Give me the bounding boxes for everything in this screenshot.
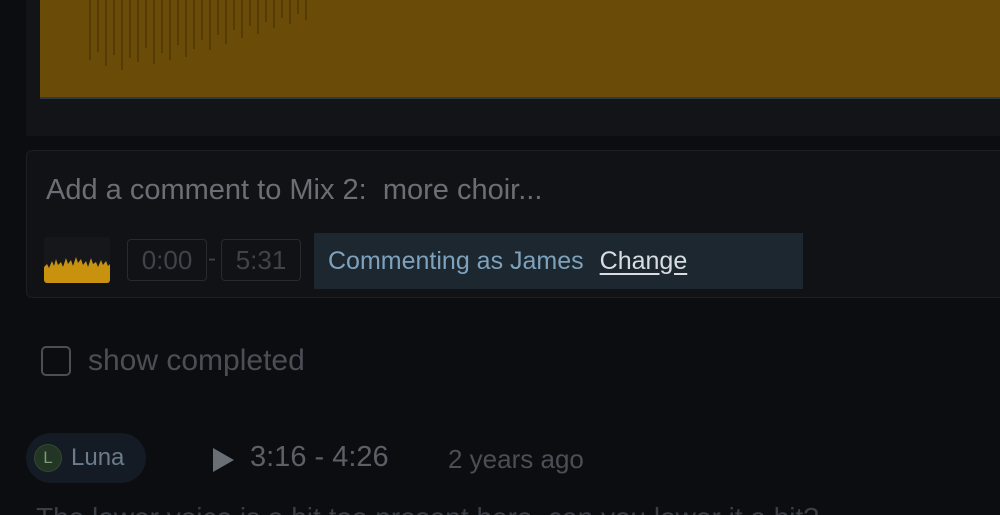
page: 0:00 - 5:31 Commenting as James Change s… <box>0 0 1000 515</box>
waveform-graphic <box>89 0 307 70</box>
waveform-thumbnail-icon <box>44 237 110 283</box>
change-user-link[interactable]: Change <box>600 247 688 276</box>
range-start-field[interactable]: 0:00 <box>127 239 207 281</box>
comment-body: The lower voice is a bit too present her… <box>36 503 996 515</box>
show-completed-checkbox[interactable] <box>41 346 71 376</box>
show-completed-toggle[interactable]: show completed <box>41 344 305 378</box>
comment-author-badge[interactable]: L Luna <box>26 433 146 483</box>
waveform-display[interactable] <box>40 0 1000 99</box>
commenting-as-bar: Commenting as James Change <box>314 233 803 289</box>
avatar: L <box>34 444 62 472</box>
range-separator: - <box>208 245 216 272</box>
comment-author-name: Luna <box>71 444 125 471</box>
play-icon[interactable] <box>211 447 235 473</box>
range-end-field[interactable]: 5:31 <box>221 239 301 281</box>
show-completed-label: show completed <box>88 344 305 377</box>
comment-time-range[interactable]: 3:16 - 4:26 <box>250 441 389 474</box>
comment-timestamp: 2 years ago <box>448 444 584 474</box>
comment-composer: 0:00 - 5:31 Commenting as James Change <box>26 150 1000 298</box>
commenting-as-label: Commenting as James <box>328 246 584 275</box>
comment-input[interactable] <box>44 169 948 211</box>
